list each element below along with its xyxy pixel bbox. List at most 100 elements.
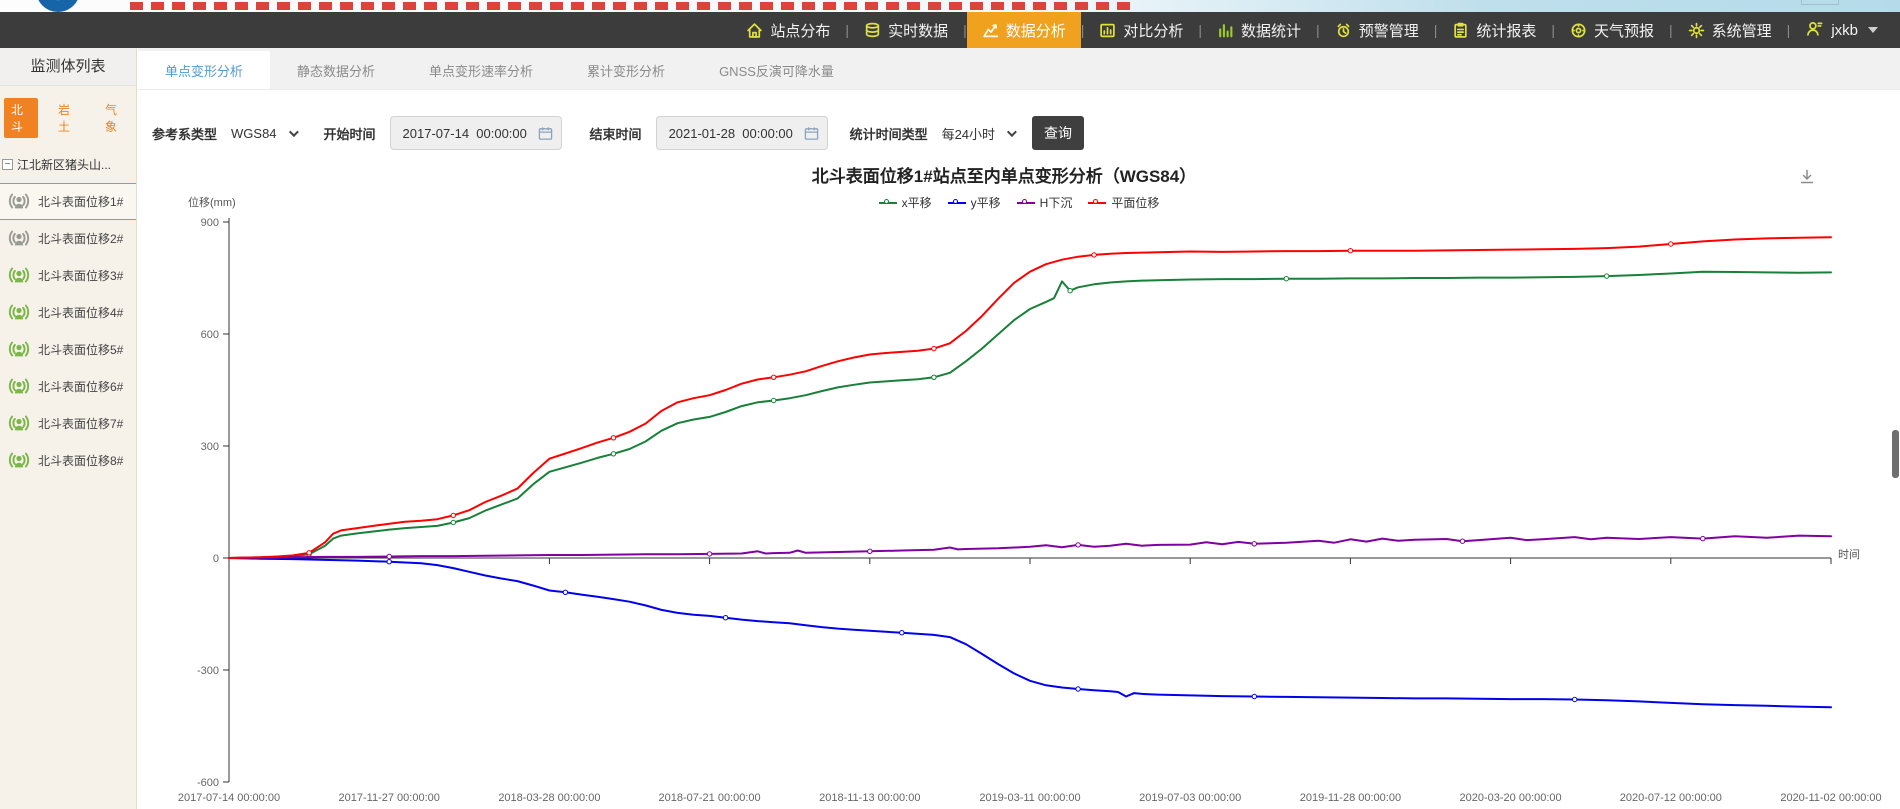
nav-item-trend[interactable]: 数据分析	[966, 12, 1081, 48]
ref-type-select[interactable]: WGS84	[231, 126, 277, 141]
stat-type-select[interactable]: 每24小时	[942, 124, 995, 143]
stat-type-label: 统计时间类型	[849, 126, 928, 142]
end-time-label: 结束时间	[589, 126, 642, 142]
alarm-icon	[1337, 23, 1350, 37]
broadcast-icon	[8, 452, 30, 467]
calendar-icon	[538, 126, 552, 140]
station-item[interactable]: 北斗表面位移6#	[0, 368, 136, 405]
nav-item-label: 天气预报	[1594, 22, 1655, 40]
sidebar-tab-岩土[interactable]: 岩土	[51, 98, 85, 138]
broadcast-icon	[8, 341, 30, 356]
nav-item-report[interactable]: 统计报表	[1437, 12, 1551, 48]
station-label: 北斗表面位移4#	[38, 306, 124, 320]
station-item[interactable]: 北斗表面位移8#	[0, 442, 136, 479]
home-icon	[747, 22, 763, 38]
svg-text:2018-03-28 00:00:00: 2018-03-28 00:00:00	[498, 792, 600, 804]
line-chart: 900 600 300 0 -300 -600 2017-07-14 00:00:00 201…	[178, 217, 1882, 804]
user-menu[interactable]: jxkb	[1790, 20, 1890, 41]
nav-item-home[interactable]: 站点分布	[731, 12, 845, 48]
svg-text:2017-11-27 00:00:00: 2017-11-27 00:00:00	[339, 792, 440, 804]
series-x平移	[228, 270, 1832, 559]
svg-text:-600: -600	[197, 777, 219, 789]
tab-1[interactable]: 单点变形分析	[138, 51, 271, 89]
broadcast-icon	[8, 304, 30, 319]
broadcast-icon	[8, 415, 30, 430]
series-y平移	[228, 557, 1832, 709]
tab-5[interactable]: GNSS反演可降水量	[692, 51, 861, 89]
station-item[interactable]: 北斗表面位移2#	[0, 220, 136, 257]
svg-text:2018-07-21 00:00:00: 2018-07-21 00:00:00	[659, 792, 761, 804]
station-item[interactable]: 北斗表面位移7#	[0, 405, 136, 442]
nav-item-bars[interactable]: 数据统计	[1202, 12, 1316, 48]
chart-area: 北斗表面位移1#站点至内单点变形分析（WGS84） x平移 y平移 H下沉 平面位移 …	[138, 150, 1900, 809]
top-navbar: 站点分布 | 实时数据 | 数据分析 | 对比分析 | 数据统计 | 预警管理 | 统计报表 | 天气预报 |…	[0, 12, 1900, 48]
chevron-down-icon	[1007, 126, 1017, 137]
nav-item-database[interactable]: 实时数据	[849, 12, 963, 48]
tab-4[interactable]: 累计变形分析	[560, 51, 692, 89]
station-label: 北斗表面位移2#	[38, 232, 124, 246]
tree-root-label: 江北新区猪头山...	[17, 158, 112, 172]
weather-icon	[1571, 22, 1586, 38]
tab-2[interactable]: 静态数据分析	[270, 51, 402, 89]
sidebar-tab-北斗[interactable]: 北斗	[4, 98, 38, 138]
nav-item-label: 对比分析	[1123, 22, 1184, 40]
query-button[interactable]: 查询	[1032, 116, 1085, 150]
station-item[interactable]: 北斗表面位移1#	[0, 183, 136, 220]
svg-text:0: 0	[213, 553, 219, 565]
calendar-icon	[804, 126, 818, 140]
svg-text:2019-11-28 00:00:00: 2019-11-28 00:00:00	[1300, 792, 1401, 804]
nav-item-label: 系统管理	[1711, 22, 1772, 40]
svg-text:2017-07-14 00:00:00: 2017-07-14 00:00:00	[178, 792, 280, 804]
series-平面位移	[228, 236, 1832, 559]
end-time-input[interactable]: 2021-01-28 00:00:00	[655, 116, 828, 150]
station-item[interactable]: 北斗表面位移5#	[0, 331, 136, 368]
nav-item-label: 实时数据	[888, 22, 949, 40]
gear-icon	[1688, 22, 1704, 38]
station-item[interactable]: 北斗表面位移3#	[0, 257, 136, 294]
nav-item-alarm[interactable]: 预警管理	[1320, 12, 1434, 48]
username: jxkb	[1831, 21, 1858, 39]
start-time-input[interactable]: 2017-07-14 00:00:00	[389, 116, 562, 150]
svg-text:2019-07-03 00:00:00: 2019-07-03 00:00:00	[1139, 792, 1241, 804]
svg-text:300: 300	[201, 441, 219, 453]
station-list: 北斗表面位移1# 北斗表面位移2# 北斗表面位移3# 北斗表面位移4# 北斗表面位移5#…	[0, 183, 136, 479]
vertical-scrollbar-thumb[interactable]	[1892, 430, 1899, 478]
svg-text:600: 600	[201, 329, 219, 341]
filter-row: 参考系类型 WGS84 开始时间 2017-07-14 00:00:00 结束时…	[152, 116, 1900, 150]
tree-node-root[interactable]: − 江北新区猪头山...	[0, 148, 136, 181]
nav-item-boxchart[interactable]: 对比分析	[1084, 12, 1198, 48]
broadcast-icon	[8, 267, 30, 282]
clipped-page-header	[0, 0, 1900, 12]
sidebar-title: 监测体列表	[0, 48, 136, 86]
clipped-header-button	[1801, 0, 1839, 5]
start-time-label: 开始时间	[323, 126, 376, 142]
database-icon	[865, 22, 880, 37]
nav-item-weather[interactable]: 天气预报	[1555, 12, 1669, 48]
station-label: 北斗表面位移5#	[38, 343, 124, 357]
nav-item-label: 站点分布	[770, 22, 831, 40]
clipped-red-title-text	[130, 2, 1135, 10]
chevron-down-icon	[288, 126, 299, 137]
svg-text:2019-03-11 00:00:00: 2019-03-11 00:00:00	[979, 792, 1080, 804]
chevron-down-icon	[1868, 27, 1878, 33]
station-label: 北斗表面位移1#	[38, 195, 124, 209]
svg-text:2018-11-13 00:00:00: 2018-11-13 00:00:00	[819, 792, 920, 804]
main-content: 单点变形分析 静态数据分析 单点变形速率分析 累计变形分析 GNSS反演可降水量 参考系…	[138, 48, 1900, 809]
broadcast-icon	[8, 378, 30, 393]
sidebar-tab-气象[interactable]: 气象	[98, 98, 132, 138]
nav-item-label: 预警管理	[1358, 22, 1419, 40]
broadcast-icon	[8, 193, 30, 208]
station-item[interactable]: 北斗表面位移4#	[0, 294, 136, 331]
content-tab-bar: 单点变形分析 静态数据分析 单点变形速率分析 累计变形分析 GNSS反演可降水量	[138, 48, 1900, 90]
site-logo	[36, 0, 80, 12]
broadcast-icon	[8, 230, 30, 245]
nav-item-gear[interactable]: 系统管理	[1673, 12, 1787, 48]
tree-collapse-icon[interactable]: −	[2, 159, 13, 170]
tab-3[interactable]: 单点变形速率分析	[402, 51, 560, 89]
ref-type-label: 参考系类型	[152, 126, 218, 142]
bars-icon	[1219, 23, 1233, 37]
station-label: 北斗表面位移6#	[38, 380, 124, 394]
station-label: 北斗表面位移7#	[38, 417, 124, 431]
station-label: 北斗表面位移8#	[38, 454, 124, 468]
boxchart-icon	[1100, 23, 1116, 37]
